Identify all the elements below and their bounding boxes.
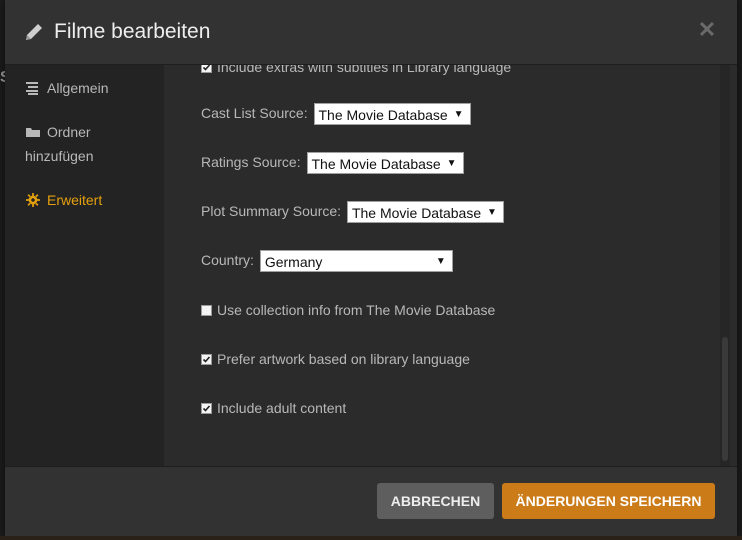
country-value: Germany: [264, 254, 323, 271]
cast-list-value: The Movie Database: [318, 107, 448, 124]
background-strip: [0, 536, 742, 540]
country-row: Country: Germany ▼: [201, 250, 453, 273]
save-changes-button[interactable]: Änderungen speichern: [502, 483, 715, 519]
prefer-artwork-checkbox[interactable]: [201, 354, 212, 365]
chevron-down-icon: ▼: [446, 158, 457, 170]
adult-content-label: Include adult content: [217, 400, 347, 416]
gear-icon: [26, 193, 40, 207]
cast-list-label: Cast List Source:: [201, 105, 308, 121]
collection-info-row[interactable]: Use collection info from The Movie Datab…: [201, 300, 495, 320]
country-select[interactable]: Germany ▼: [259, 250, 453, 273]
ratings-select[interactable]: The Movie Database ▼: [306, 152, 464, 175]
chevron-down-icon: ▼: [453, 109, 464, 121]
dialog-footer: Abbrechen Änderungen speichern: [5, 466, 737, 537]
folder-icon: [26, 128, 40, 137]
adult-content-row[interactable]: Include adult content: [201, 398, 346, 418]
include-extras-checkbox[interactable]: [201, 65, 212, 73]
plot-summary-label: Plot Summary Source:: [201, 203, 342, 219]
cast-list-row: Cast List Source: The Movie Database ▼: [201, 103, 471, 126]
chevron-down-icon: ▼: [487, 207, 497, 219]
close-icon[interactable]: ✕: [695, 18, 719, 42]
ratings-label: Ratings Source:: [201, 154, 301, 170]
collection-info-checkbox[interactable]: [201, 305, 212, 316]
sidebar-item-label: Allgemein: [47, 80, 109, 96]
plot-summary-select[interactable]: The Movie Database ▼: [346, 201, 504, 224]
list-icon: [26, 82, 38, 95]
include-extras-row[interactable]: Include extras with subtitles in Library…: [201, 65, 511, 77]
scrollbar-thumb[interactable]: [722, 337, 728, 461]
country-label: Country:: [201, 252, 254, 268]
settings-content: Include extras with subtitles in Library…: [165, 65, 737, 466]
cancel-button[interactable]: Abbrechen: [377, 483, 494, 519]
sidebar-item-advanced[interactable]: Erweitert: [25, 188, 102, 212]
cast-list-select[interactable]: The Movie Database ▼: [313, 103, 471, 126]
plot-summary-row: Plot Summary Source: The Movie Database …: [201, 201, 504, 224]
sidebar-item-general[interactable]: Allgemein: [25, 76, 108, 100]
ratings-value: The Movie Database: [311, 156, 441, 173]
sidebar-item-add-folder[interactable]: Ordner hinzufügen: [25, 120, 145, 168]
dialog-header: Filme bearbeiten ✕: [5, 0, 737, 65]
ratings-row: Ratings Source: The Movie Database ▼: [201, 152, 464, 175]
dialog-title: Filme bearbeiten: [54, 20, 211, 43]
pencil-icon: [26, 24, 42, 40]
collection-info-label: Use collection info from The Movie Datab…: [217, 302, 496, 318]
chevron-down-icon: ▼: [435, 256, 446, 268]
settings-sidebar: Allgemein Ordner hinzufügen Erweitert: [5, 65, 164, 466]
adult-content-checkbox[interactable]: [201, 403, 212, 414]
sidebar-item-label: Erweitert: [47, 192, 103, 208]
prefer-artwork-row[interactable]: Prefer artwork based on library language: [201, 349, 470, 369]
plot-summary-value: The Movie Database: [351, 205, 482, 222]
edit-library-dialog: Filme bearbeiten ✕ Allgemein Ordner hinz…: [5, 0, 737, 537]
include-extras-label: Include extras with subtitles in Library…: [217, 65, 512, 75]
prefer-artwork-label: Prefer artwork based on library language: [217, 351, 470, 367]
